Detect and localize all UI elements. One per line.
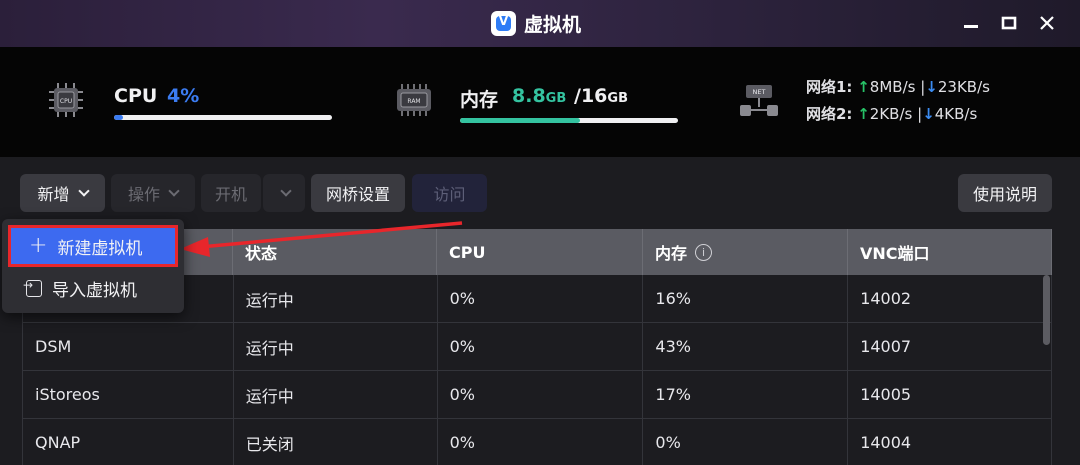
- help-button[interactable]: 使用说明: [958, 174, 1052, 212]
- import-icon: [23, 278, 42, 297]
- column-header-vnc-port[interactable]: VNC端口: [848, 229, 1052, 275]
- memory-label: 内存: [460, 89, 499, 111]
- menu-item-import-vm[interactable]: 导入虚拟机: [8, 267, 178, 309]
- memory-usage-fill: [460, 118, 580, 123]
- memory-usage-bar: [460, 118, 678, 123]
- download-arrow-icon: ↓: [922, 105, 935, 123]
- app-title: 虚拟机: [524, 13, 582, 36]
- ram-chip-icon: RAM: [397, 84, 431, 116]
- new-button[interactable]: 新增: [20, 174, 105, 212]
- power-on-button[interactable]: 开机: [201, 174, 261, 212]
- menu-item-new-vm[interactable]: + 新建虚拟机: [8, 225, 178, 267]
- cpu-label: CPU: [114, 85, 158, 107]
- download-arrow-icon: ↓: [925, 78, 938, 96]
- cpu-chip-icon: CPU: [49, 83, 83, 117]
- info-icon[interactable]: i: [695, 243, 713, 261]
- memory-total-value: /16GB: [574, 85, 628, 107]
- table-row[interactable]: iStoreos 运行中 0% 17% 14005: [22, 371, 1052, 419]
- bridge-settings-button[interactable]: 网桥设置: [311, 174, 405, 212]
- system-stats-bar: CPU CPU 4% RAM 内存 8.8GB /16GB NET 网络1: ↑…: [0, 47, 1080, 157]
- new-dropdown-menu: + 新建虚拟机 导入虚拟机: [2, 219, 184, 313]
- app-logo-icon: V: [491, 10, 516, 36]
- upload-arrow-icon: ↑: [857, 105, 870, 123]
- minimize-icon: [964, 25, 978, 28]
- network-1-speed: 网络1: ↑8MB/s |↓23KB/s: [806, 78, 990, 96]
- close-icon: [1040, 16, 1054, 30]
- cpu-usage-fill: [114, 115, 123, 120]
- operate-button[interactable]: 操作: [111, 174, 195, 212]
- annotation-arrow: [180, 221, 463, 257]
- maximize-icon: [1001, 16, 1017, 30]
- chevron-down-icon: [77, 185, 90, 197]
- close-button[interactable]: [1032, 8, 1062, 38]
- table-row[interactable]: DSM 运行中 0% 43% 14007: [22, 323, 1052, 371]
- main-panel: 新增 操作 开机 网桥设置 访问 使用说明 名称 状态 CPU 内存i VNC端…: [0, 157, 1080, 465]
- network-icon: NET: [740, 85, 778, 116]
- visit-button[interactable]: 访问: [412, 174, 487, 212]
- upload-arrow-icon: ↑: [857, 78, 870, 96]
- cpu-value: 4%: [167, 85, 200, 107]
- plus-icon: +: [29, 233, 48, 258]
- svg-text:RAM: RAM: [407, 98, 420, 105]
- window-title: V 虚拟机: [491, 8, 581, 38]
- maximize-button[interactable]: [994, 8, 1024, 38]
- chevron-down-icon: [280, 185, 292, 197]
- minimize-button[interactable]: [956, 8, 986, 38]
- power-on-dropdown-button[interactable]: [263, 174, 305, 212]
- chevron-down-icon: [168, 185, 180, 197]
- network-2-speed: 网络2: ↑2KB/s |↓4KB/s: [806, 105, 978, 123]
- cpu-usage-bar: [114, 115, 332, 120]
- column-header-memory[interactable]: 内存 i: [643, 229, 848, 275]
- svg-text:NET: NET: [753, 88, 766, 96]
- title-bar: V 虚拟机: [0, 0, 1080, 47]
- table-row[interactable]: QNAP 已关闭 0% 0% 14004: [22, 419, 1052, 465]
- memory-used-value: 8.8GB: [512, 85, 567, 107]
- table-scrollbar[interactable]: [1043, 275, 1050, 345]
- svg-text:CPU: CPU: [60, 98, 72, 105]
